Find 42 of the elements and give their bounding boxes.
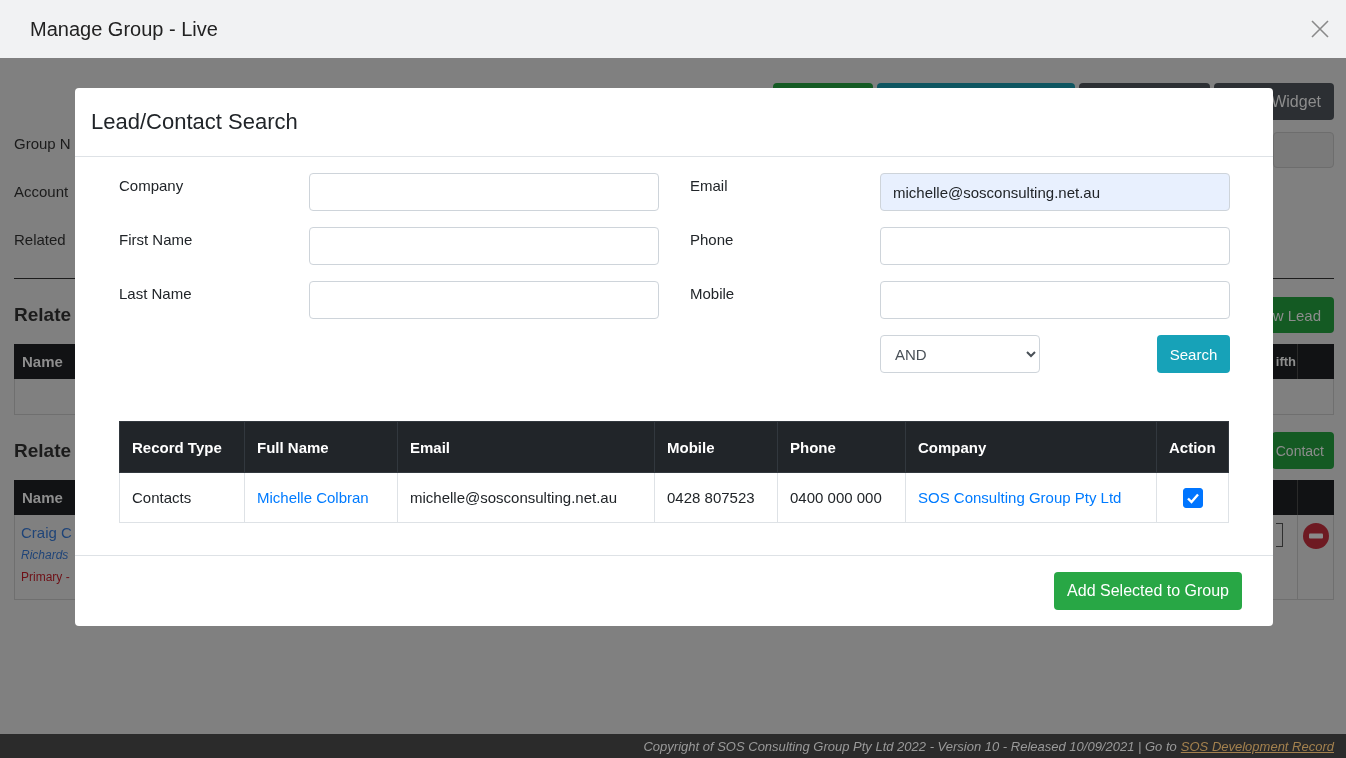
column-header: Name <box>21 489 64 506</box>
contact-name[interactable]: Craig C <box>21 523 72 543</box>
section-heading: Relate <box>14 304 72 326</box>
table-cell: michelle@sosconsulting.net.au <box>410 489 617 506</box>
column-header: Full Name <box>244 421 398 473</box>
column-header: Phone <box>777 421 906 473</box>
input-field[interactable] <box>1276 523 1283 547</box>
field-label: Phone <box>690 230 735 248</box>
table-cell: Contacts <box>132 489 192 506</box>
add-selected-button[interactable]: Add Selected to Group <box>1054 572 1242 610</box>
field-label: Account <box>14 182 69 202</box>
copyright-text: Copyright of SOS Consulting Group Pty Ltd 2022 - Version 10 - Released 10/09/2021 | Go to <box>643 738 1177 754</box>
table-cell: 0400 000 000 <box>790 489 882 506</box>
column-header: Mobile <box>654 421 778 473</box>
role-label: Primary - <box>21 570 71 584</box>
add-button[interactable]: Contact <box>1271 432 1334 469</box>
field-label: Company <box>119 176 185 194</box>
input-field[interactable]: michelle@sosconsulting.net.au <box>880 173 1230 211</box>
column-header: Name <box>21 353 64 370</box>
field-label: Mobile <box>690 284 736 302</box>
development-record-link[interactable]: SOS Development Record <box>1180 738 1334 754</box>
input-field[interactable] <box>1273 132 1334 168</box>
column-header: Action <box>1156 421 1229 473</box>
operator-select[interactable]: AND <box>880 335 1040 373</box>
section-heading: Relate <box>14 439 72 462</box>
close-icon[interactable] <box>1311 20 1329 38</box>
dialog-title: Lead/Contact Search <box>91 109 298 135</box>
field-label: Group N <box>14 134 71 154</box>
field-label: Last Name <box>119 284 193 302</box>
column-header: Email <box>397 421 655 473</box>
column-header: Record Type <box>119 421 245 473</box>
column-header: Company <box>905 421 1157 473</box>
remove-icon[interactable] <box>1302 523 1329 549</box>
table-cell: 0428 807523 <box>667 489 755 506</box>
window-title: Manage Group - Live <box>30 17 218 41</box>
select-checkbox[interactable] <box>1182 487 1203 508</box>
column-header: ifth <box>1275 354 1297 369</box>
field-label: Related <box>14 230 66 250</box>
company-name: Richards <box>21 548 70 562</box>
field-label: Email <box>690 176 729 194</box>
search-button[interactable]: Search <box>1157 335 1230 373</box>
field-label: First Name <box>119 230 194 248</box>
